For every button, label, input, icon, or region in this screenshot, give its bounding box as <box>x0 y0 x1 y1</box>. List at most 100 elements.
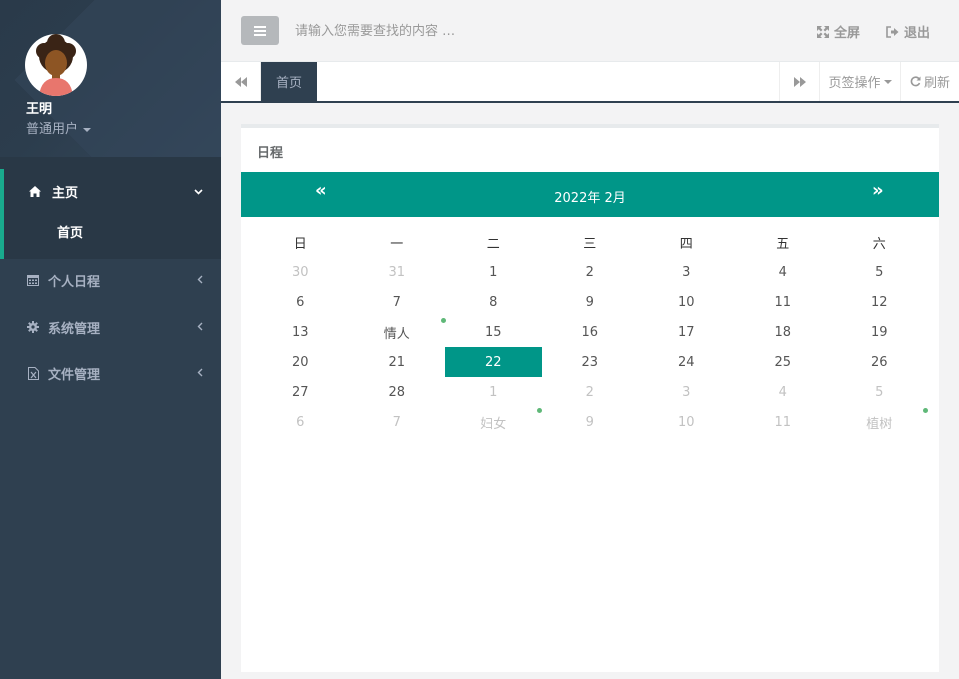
calendar-day[interactable]: 情人 <box>349 317 446 347</box>
nav-item-system[interactable]: 系统管理 <box>0 305 221 349</box>
refresh-icon <box>910 76 921 87</box>
calendar-day[interactable]: 2 <box>542 257 639 287</box>
calendar-week-row: 20 21 22 23 24 25 26 <box>241 347 939 377</box>
refresh-button[interactable]: 刷新 <box>900 62 959 101</box>
tab-operations-label: 页签操作 <box>828 76 881 91</box>
calendar-grid: 日 一 二 三 四 五 六 30 31 1 2 3 4 5 6 7 8 9 10 11 12 13 情人 15 1… <box>241 227 939 437</box>
calendar-day-selected[interactable]: 22 <box>445 347 542 377</box>
nav-label-schedule: 个人日程 <box>48 274 101 290</box>
logout-button[interactable]: 退出 <box>886 22 930 41</box>
calendar-day[interactable]: 30 <box>252 257 349 287</box>
tabs-bar: 首页 页签操作 刷新 <box>221 62 959 103</box>
menu-icon <box>254 25 266 28</box>
chevron-left-icon <box>197 273 203 288</box>
tab-operations-dropdown[interactable]: 页签操作 <box>819 62 900 101</box>
calendar-day[interactable]: 20 <box>252 347 349 377</box>
nav-item-files[interactable]: 文件管理 <box>0 351 221 395</box>
calendar-day[interactable]: 8 <box>445 287 542 317</box>
profile-area: 王明 普通用户 <box>0 0 221 157</box>
calendar-week-row: 13 情人 15 16 17 18 19 <box>241 317 939 347</box>
calendar-day[interactable]: 19 <box>831 317 928 347</box>
calendar-day[interactable]: 2 <box>542 377 639 407</box>
calendar-day[interactable]: 12 <box>831 287 928 317</box>
calendar-day[interactable]: 5 <box>831 377 928 407</box>
fullscreen-label: 全屏 <box>834 26 861 41</box>
user-role-dropdown[interactable]: 普通用户 <box>26 118 92 137</box>
weekday-label: 一 <box>390 236 404 252</box>
calendar-day[interactable]: 11 <box>735 287 832 317</box>
nav-item-schedule[interactable]: 个人日程 <box>0 258 221 302</box>
calendar-day[interactable]: 16 <box>542 317 639 347</box>
chevron-down-icon <box>194 184 203 199</box>
file-icon <box>26 366 40 380</box>
refresh-label: 刷新 <box>923 76 950 91</box>
tab-scroll-right-button[interactable] <box>779 62 819 101</box>
calendar-week-row: 6 7 妇女 9 10 11 植树 <box>241 407 939 437</box>
chevron-left-icon <box>197 366 203 381</box>
calendar-day[interactable]: 18 <box>735 317 832 347</box>
sign-out-icon <box>886 25 899 38</box>
nav-label-files: 文件管理 <box>48 367 101 383</box>
calendar-day[interactable]: 6 <box>252 407 349 437</box>
calendar-day[interactable]: 21 <box>349 347 446 377</box>
calendar-day[interactable]: 3 <box>638 377 735 407</box>
calendar-day[interactable]: 11 <box>735 407 832 437</box>
calendar-day[interactable]: 4 <box>735 257 832 287</box>
calendar-week-row: 30 31 1 2 3 4 5 <box>241 257 939 287</box>
calendar-day[interactable]: 15 <box>445 317 542 347</box>
calendar-day[interactable]: 1 <box>445 377 542 407</box>
calendar-day[interactable]: 10 <box>638 407 735 437</box>
calendar-day[interactable]: 10 <box>638 287 735 317</box>
nav-item-home[interactable]: 主页 <box>0 169 221 213</box>
calendar-day[interactable]: 7 <box>349 407 446 437</box>
logout-label: 退出 <box>904 26 931 41</box>
next-month-button[interactable]: » <box>872 180 884 201</box>
sidebar: 王明 普通用户 主页 首页 个人日程 系统管理 文件管理 <box>0 0 221 679</box>
backward-icon <box>234 76 247 87</box>
calendar-day[interactable]: 23 <box>542 347 639 377</box>
calendar-week-row: 27 28 1 2 3 4 5 <box>241 377 939 407</box>
panel-title: 日程 <box>257 146 284 161</box>
nav-label-home: 主页 <box>52 185 79 201</box>
calendar-day[interactable]: 植树 <box>831 407 928 437</box>
tab-scroll-left-button[interactable] <box>221 62 261 101</box>
calendar-day[interactable]: 25 <box>735 347 832 377</box>
home-icon <box>28 184 42 198</box>
sidebar-toggle-button[interactable] <box>241 16 279 45</box>
calendar-day[interactable]: 27 <box>252 377 349 407</box>
calendar-day[interactable]: 5 <box>831 257 928 287</box>
tab-home[interactable]: 首页 <box>261 62 317 101</box>
forward-icon <box>793 76 806 87</box>
calendar-day[interactable]: 1 <box>445 257 542 287</box>
calendar-day[interactable]: 31 <box>349 257 446 287</box>
caret-down-icon <box>883 79 892 84</box>
calendar-day[interactable]: 3 <box>638 257 735 287</box>
calendar-day[interactable]: 9 <box>542 287 639 317</box>
calendar-day[interactable]: 13 <box>252 317 349 347</box>
calendar-week-row: 6 7 8 9 10 11 12 <box>241 287 939 317</box>
weekday-label: 日 <box>293 236 307 252</box>
avatar[interactable] <box>25 34 87 96</box>
calendar-title: 2022年 2月 <box>554 191 626 206</box>
user-name: 王明 <box>26 102 53 117</box>
calendar-day[interactable]: 4 <box>735 377 832 407</box>
calendar-day[interactable]: 妇女 <box>445 407 542 437</box>
search-input[interactable] <box>295 20 595 42</box>
calendar-day[interactable]: 9 <box>542 407 639 437</box>
weekday-header-row: 日 一 二 三 四 五 六 <box>241 227 939 257</box>
calendar-day[interactable]: 17 <box>638 317 735 347</box>
weekday-label: 六 <box>872 236 886 252</box>
schedule-panel: 日程 « 2022年 2月 » 日 一 二 三 四 五 六 30 31 1 2 3 4 5 6… <box>241 124 939 672</box>
caret-down-icon <box>83 127 92 132</box>
calendar-day[interactable]: 24 <box>638 347 735 377</box>
calendar-day[interactable]: 6 <box>252 287 349 317</box>
weekday-label: 五 <box>776 236 790 252</box>
weekday-label: 三 <box>583 236 597 252</box>
calendar-day[interactable]: 26 <box>831 347 928 377</box>
weekday-label: 二 <box>486 236 500 252</box>
nav-subitem-index[interactable]: 首页 <box>57 222 83 241</box>
fullscreen-button[interactable]: 全屏 <box>817 22 860 41</box>
chevron-left-icon <box>197 320 203 335</box>
calendar-day[interactable]: 7 <box>349 287 446 317</box>
calendar-day[interactable]: 28 <box>349 377 446 407</box>
